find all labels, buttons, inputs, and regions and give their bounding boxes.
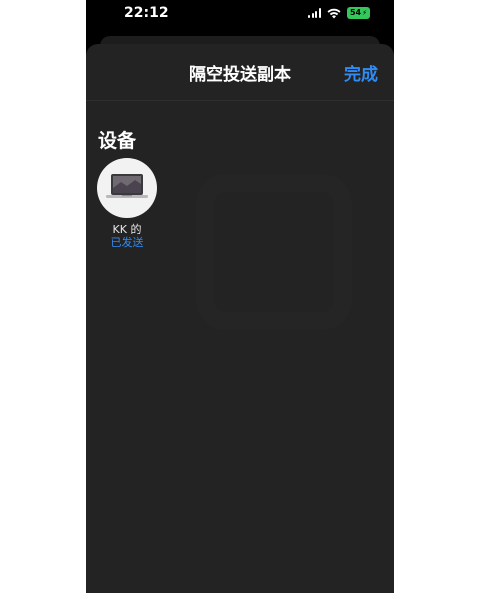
device-avatar[interactable]: [97, 158, 157, 218]
charging-icon: ⚡: [362, 9, 367, 17]
background-watermark: [196, 174, 352, 330]
battery-icon: 54 ⚡: [346, 7, 370, 19]
status-time: 22:12: [124, 5, 169, 21]
airdrop-sheet: 隔空投送副本 完成 设备 KK 的 已发送: [86, 44, 394, 593]
done-button[interactable]: 完成: [344, 60, 378, 85]
sheet-header: 隔空投送副本 完成: [86, 44, 394, 101]
status-bar: 22:12 54 ⚡: [86, 0, 394, 30]
cellular-signal-icon: [308, 8, 321, 18]
device-name: KK 的: [112, 223, 142, 236]
phone-screen: 22:12 54 ⚡ 隔空投送副本 完成 设备 KK 的 已发送: [86, 0, 394, 593]
device-item[interactable]: KK 的 已发送: [96, 158, 158, 250]
macbook-icon: [106, 174, 148, 198]
battery-level: 54: [349, 8, 362, 17]
device-status: 已发送: [110, 236, 144, 249]
status-indicators: 54 ⚡: [308, 7, 370, 19]
wifi-icon: [327, 8, 341, 18]
devices-section-title: 设备: [98, 130, 137, 152]
